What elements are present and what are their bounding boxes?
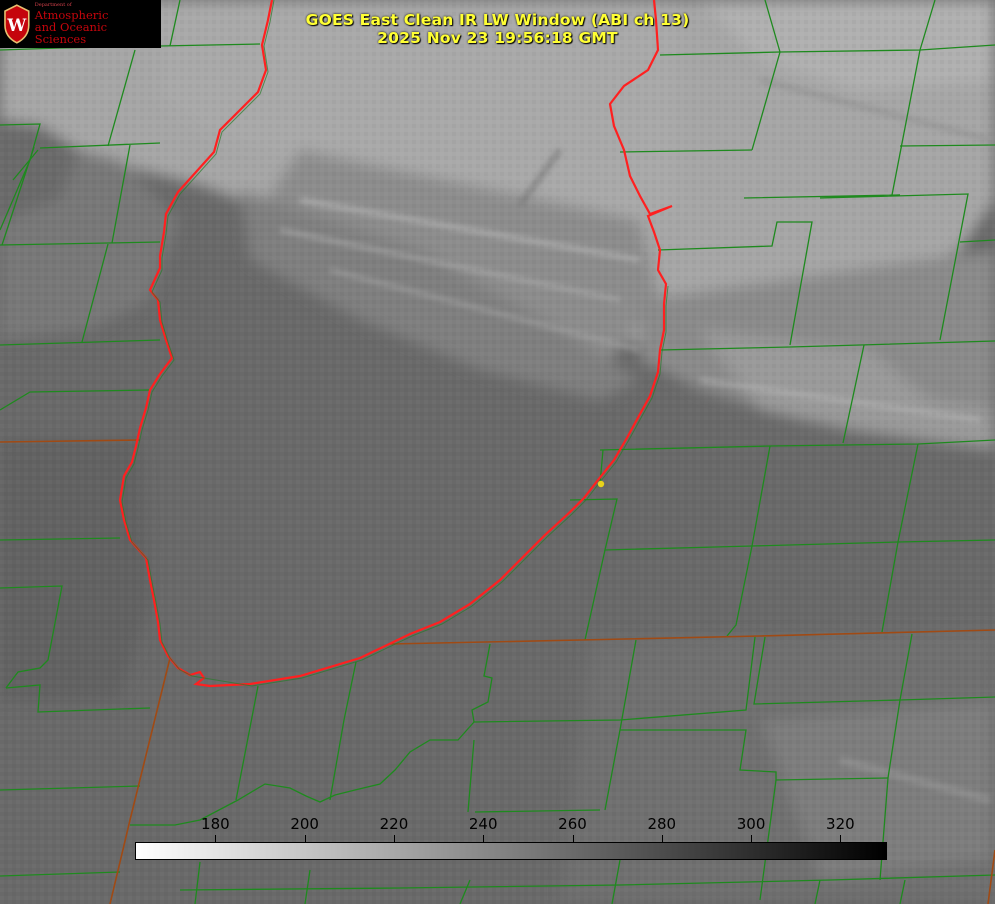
map-canvas	[0, 0, 995, 904]
title-timestamp: 2025 Nov 23 19:56:18 GMT	[377, 29, 618, 47]
title-product: GOES East Clean IR LW Window (ABI ch 13)	[305, 11, 690, 29]
location-marker	[597, 480, 605, 488]
image-title: GOES East Clean IR LW Window (ABI ch 13)…	[0, 11, 995, 47]
satellite-map: W Department of Atmospheric and Oceanic …	[0, 0, 995, 904]
